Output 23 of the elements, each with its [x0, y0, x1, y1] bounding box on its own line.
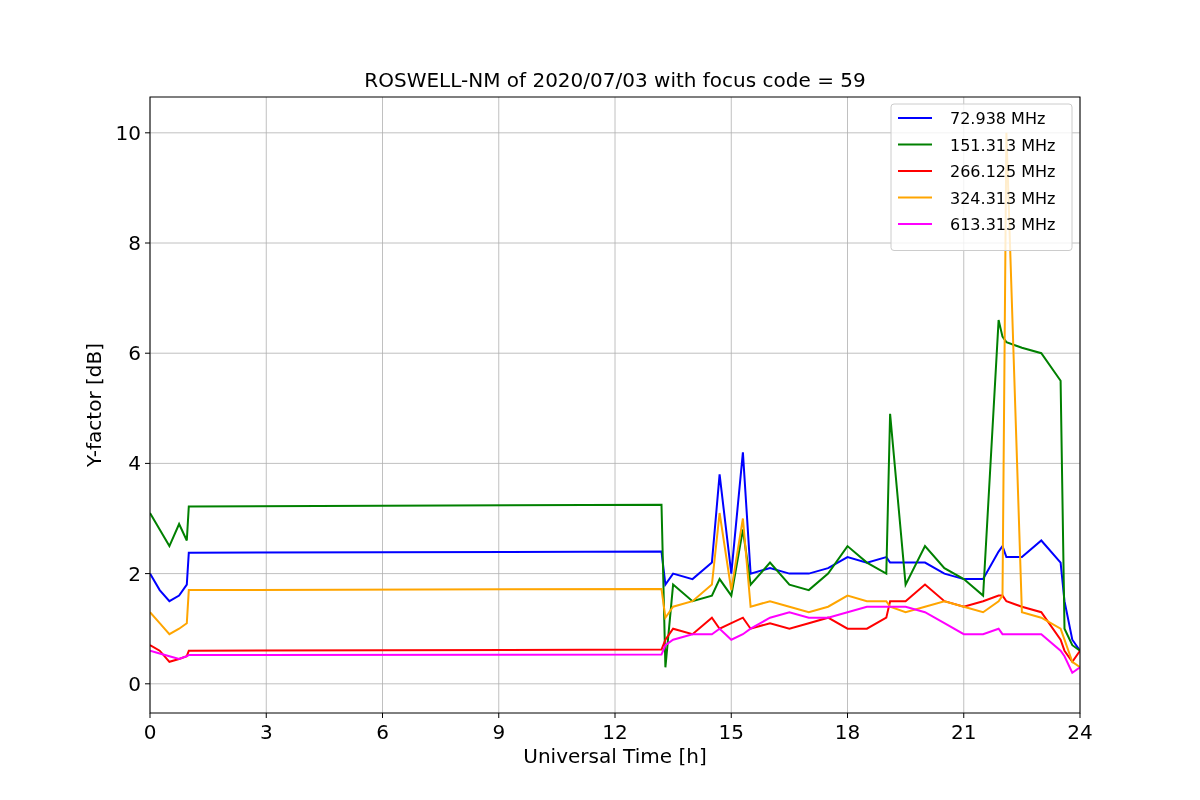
- tick-label: 12: [602, 720, 628, 744]
- tick-label: 15: [718, 720, 744, 744]
- tick-label: 0: [143, 720, 157, 744]
- legend-label: 266.125 MHz: [950, 162, 1056, 181]
- tick-label: 8: [128, 231, 141, 255]
- legend-label: 613.313 MHz: [950, 215, 1056, 234]
- legend-label: 324.313 MHz: [950, 188, 1056, 208]
- chart-title: ROSWELL-NM of 2020/07/03 with focus code = 59: [364, 68, 866, 92]
- legend-label: 151.313 MHz: [950, 135, 1056, 155]
- tick-label: 6: [376, 720, 389, 744]
- tick-label: 2: [128, 561, 141, 586]
- tick-label: 9: [492, 720, 506, 744]
- tick-label: 0: [128, 671, 141, 696]
- axis-label: Universal Time [h]: [523, 744, 707, 768]
- tick-label: 4: [128, 451, 141, 476]
- tick-label: 24: [1067, 720, 1093, 744]
- legend-label: 72.938 MHz: [950, 109, 1046, 128]
- tick-label: 6: [128, 341, 141, 366]
- tick-label: 21: [951, 720, 977, 744]
- tick-label: 3: [259, 720, 273, 744]
- tick-label: 10: [115, 120, 141, 145]
- axis-label: Y-factor [dB]: [82, 343, 106, 467]
- tick-label: 18: [834, 720, 861, 744]
